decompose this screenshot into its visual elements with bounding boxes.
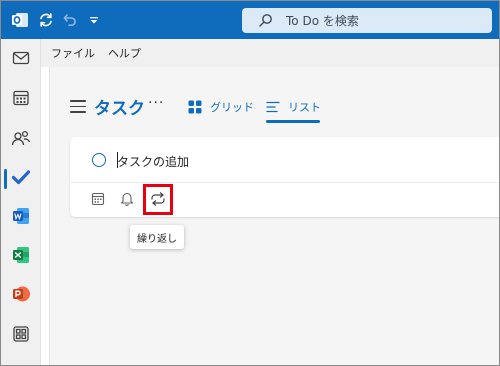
app-rail	[1, 39, 41, 365]
title-bar: To Do を検索	[1, 1, 499, 39]
tab-list-indicator	[266, 120, 320, 123]
undo-icon[interactable]	[59, 9, 81, 31]
customize-toolbar-icon[interactable]	[83, 9, 105, 31]
due-date-button[interactable]	[88, 190, 108, 210]
apps-icon	[12, 325, 30, 347]
hamburger-menu-icon[interactable]	[70, 100, 86, 114]
tab-list-label: リスト	[288, 101, 321, 114]
remind-me-button[interactable]	[117, 190, 137, 210]
tab-grid-label: グリッド	[210, 101, 254, 114]
tab-list[interactable]: リスト	[266, 95, 321, 123]
rail-item-powerpoint[interactable]	[1, 277, 41, 315]
menu-help[interactable]: ヘルプ	[108, 45, 141, 61]
todo-icon	[11, 168, 31, 190]
search-placeholder: To Do を検索	[286, 14, 359, 28]
outlook-logo-icon	[9, 9, 31, 31]
powerpoint-icon	[11, 284, 31, 308]
rail-item-calendar[interactable]	[1, 81, 41, 119]
rail-item-excel[interactable]	[1, 238, 41, 276]
word-icon	[11, 206, 31, 230]
repeat-highlight-box	[143, 184, 173, 215]
main-content: タスク ··· グリッド リスト タスクの追加 繰り返し	[49, 67, 499, 365]
rail-item-todo[interactable]	[1, 160, 41, 198]
calendar-icon	[91, 191, 105, 210]
task-circle-icon	[92, 153, 106, 167]
sync-icon[interactable]	[35, 9, 57, 31]
add-task-placeholder: タスクの追加	[117, 155, 190, 169]
search-box[interactable]: To Do を検索	[242, 8, 492, 33]
rail-item-people[interactable]	[1, 121, 41, 159]
bell-icon	[120, 191, 134, 210]
people-icon	[11, 129, 31, 151]
rail-item-apps[interactable]	[1, 317, 41, 355]
menu-file[interactable]: ファイル	[51, 45, 95, 61]
page-title: タスク	[94, 99, 145, 119]
app-window: To Do を検索 ファイル ヘルプ タスク ··· グリッド リスト タスクの…	[0, 0, 500, 366]
search-icon	[258, 13, 274, 29]
grid-icon	[188, 99, 202, 118]
repeat-tooltip: 繰り返し	[130, 225, 184, 249]
add-task-input[interactable]: タスクの追加	[70, 137, 499, 183]
list-icon	[266, 99, 280, 118]
excel-icon	[11, 245, 31, 269]
add-task-card: タスクの追加	[70, 137, 499, 217]
mail-icon	[12, 50, 30, 70]
more-options-button[interactable]: ···	[148, 95, 164, 111]
calendar-icon	[12, 89, 30, 111]
rail-item-word[interactable]	[1, 199, 41, 237]
rail-item-mail[interactable]	[1, 41, 41, 79]
menu-bar: ファイル ヘルプ	[41, 39, 499, 67]
tab-grid[interactable]: グリッド	[188, 95, 254, 123]
